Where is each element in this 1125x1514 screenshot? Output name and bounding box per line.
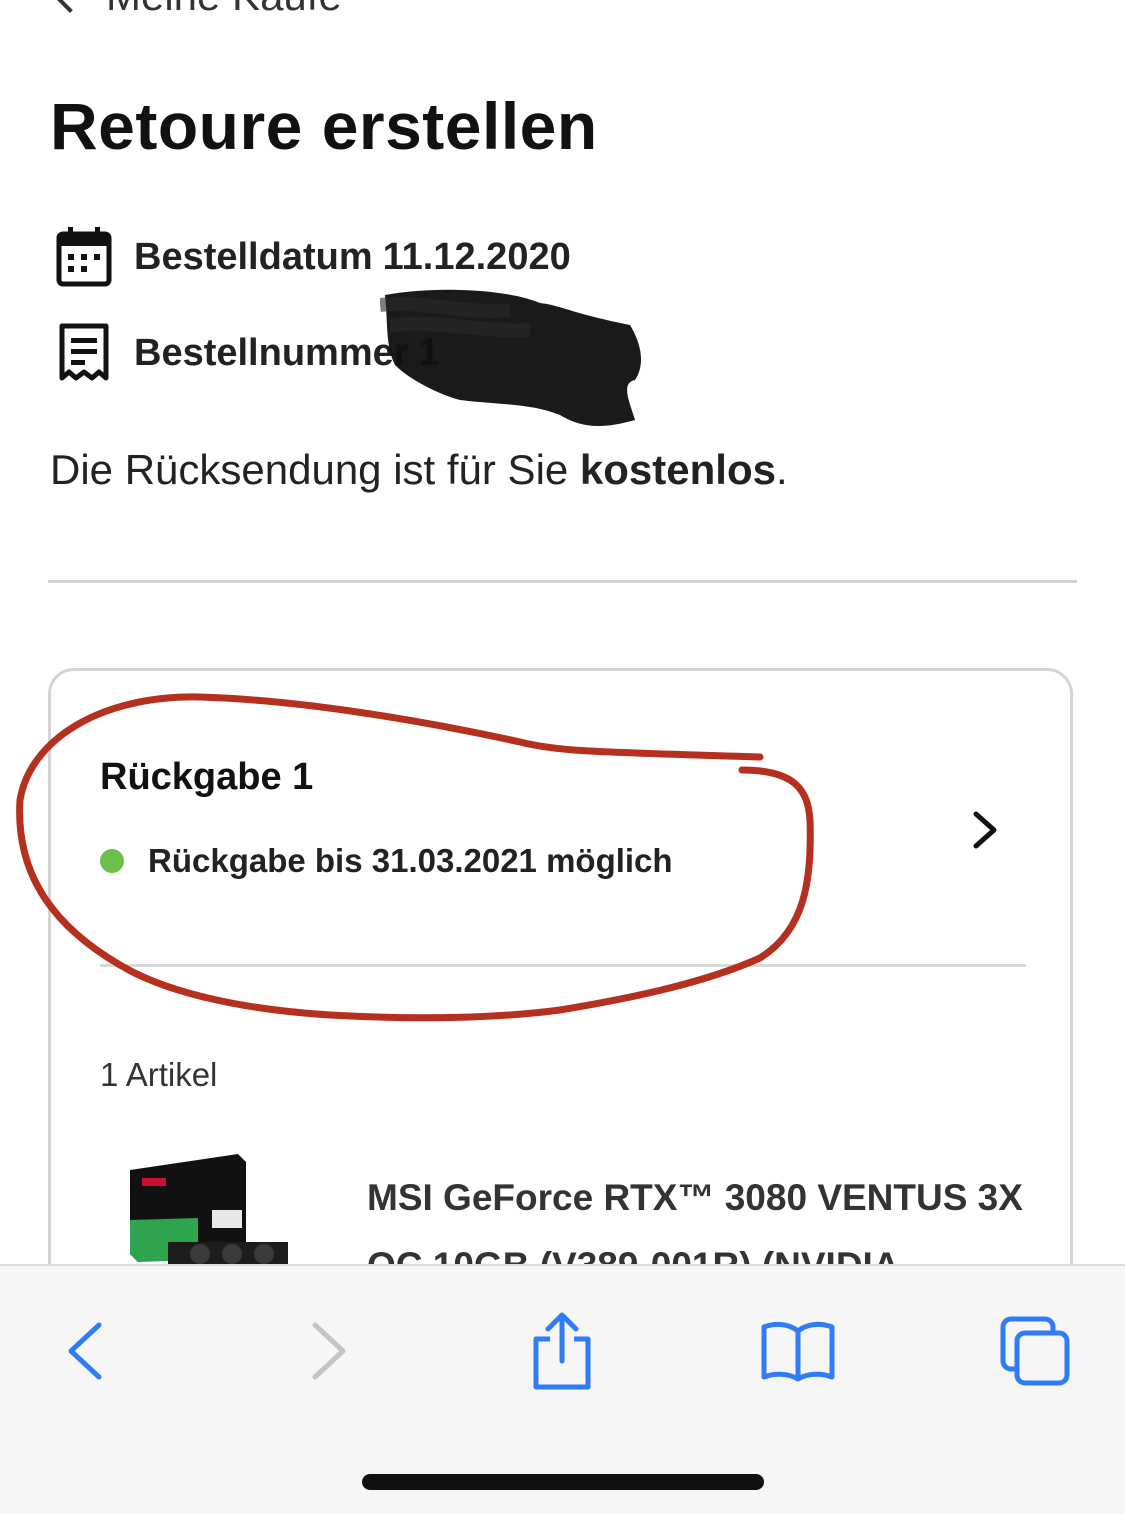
return-status: Rückgabe bis 31.03.2021 möglich xyxy=(100,842,673,880)
tabs-icon xyxy=(1000,1316,1070,1386)
home-indicator xyxy=(362,1474,764,1490)
product-image xyxy=(130,1154,288,1265)
status-dot-icon xyxy=(100,849,124,873)
order-date-label: Bestelldatum xyxy=(134,235,373,278)
card-divider xyxy=(100,964,1026,967)
bookmarks-icon xyxy=(761,1321,835,1382)
order-number-label: Bestellnummer xyxy=(134,331,409,374)
back-arrow-icon xyxy=(68,1322,102,1380)
page-title: Retoure erstellen xyxy=(50,89,598,163)
calendar-icon xyxy=(56,227,112,287)
share-button[interactable] xyxy=(517,1306,607,1396)
return-cost-note: Die Rücksendung ist für Sie kostenlos. xyxy=(50,446,788,494)
receipt-icon xyxy=(59,323,109,381)
order-date: Bestelldatum 11.12.2020 xyxy=(134,236,571,279)
bookmarks-button[interactable] xyxy=(753,1306,843,1396)
article-count: 1 Artikel xyxy=(100,1056,218,1093)
forward-arrow-icon xyxy=(312,1322,346,1380)
chevron-right-icon[interactable] xyxy=(964,810,1004,850)
return-cost-prefix: Die Rücksendung ist für Sie xyxy=(50,446,580,493)
chevron-left-icon xyxy=(53,0,87,13)
forward-button[interactable] xyxy=(284,1306,374,1396)
section-divider xyxy=(48,580,1077,583)
page: Meine Käufe Retoure erstellen Bestelldat… xyxy=(0,0,1125,1514)
back-link[interactable]: Meine Käufe xyxy=(53,0,342,20)
back-link-label: Meine Käufe xyxy=(106,0,342,20)
share-icon xyxy=(533,1312,591,1390)
back-button[interactable] xyxy=(40,1306,130,1396)
order-date-value: 11.12.2020 xyxy=(382,235,571,278)
return-status-text: Rückgabe bis 31.03.2021 möglich xyxy=(148,842,673,879)
return-cost-suffix: . xyxy=(775,446,788,493)
return-title[interactable]: Rückgabe 1 xyxy=(100,756,313,799)
order-date-row: Bestelldatum 11.12.2020 xyxy=(56,226,571,288)
tabs-button[interactable] xyxy=(990,1306,1080,1396)
return-cost-free: kostenlos xyxy=(579,446,776,493)
redaction-scribble xyxy=(380,289,642,427)
